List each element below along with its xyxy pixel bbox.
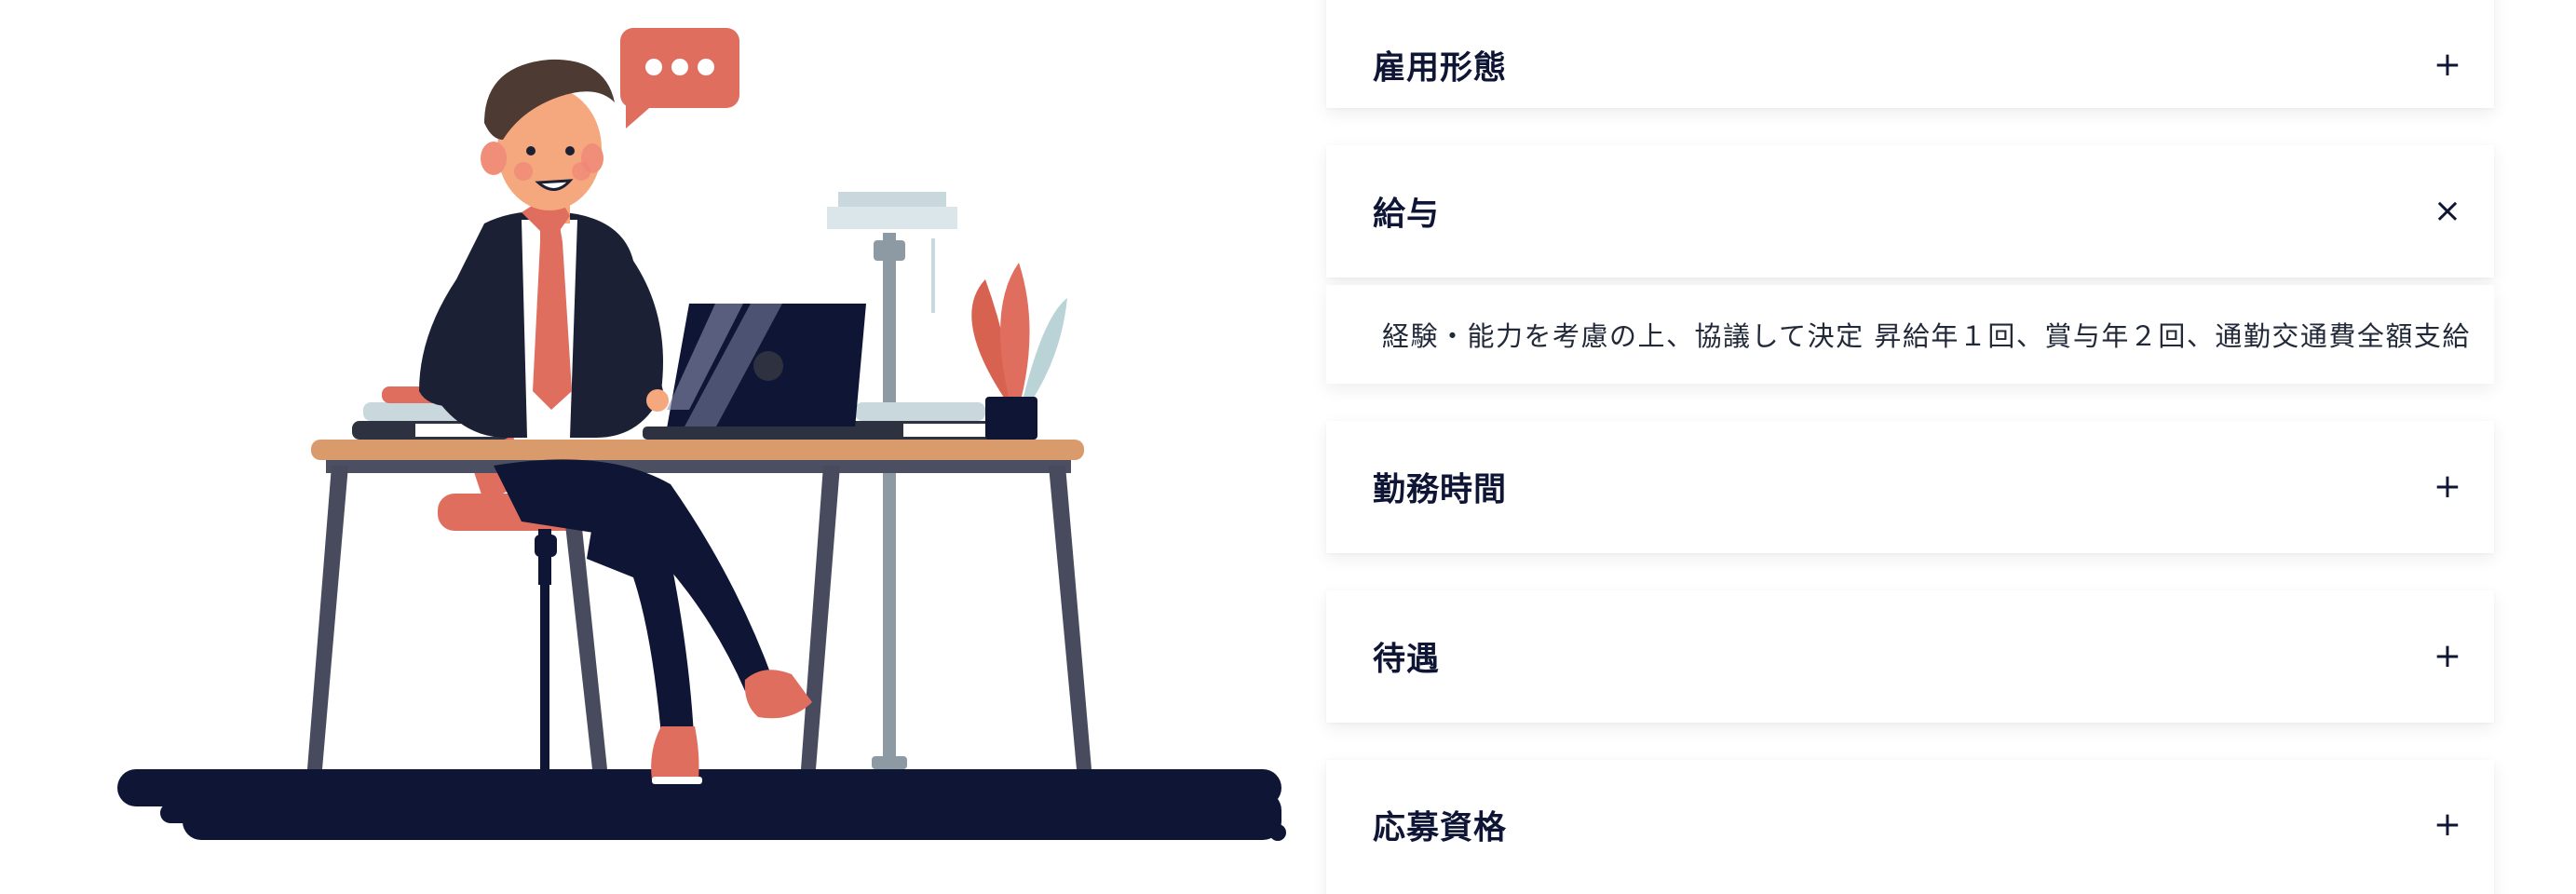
plus-icon[interactable]: + — [2429, 46, 2466, 84]
accordion-body-salary: 経験・能力を考慮の上、協議して決定 昇給年１回、賞与年２回、通勤交通費全額支給 — [1326, 285, 2494, 384]
plant — [971, 263, 1067, 440]
accordion-item-qualifications[interactable]: 応募資格 + — [1326, 760, 2494, 894]
accordion-header-employment-type[interactable]: 雇用形態 + — [1326, 0, 2494, 108]
accordion-item-employment-type[interactable]: 雇用形態 + — [1326, 0, 2494, 108]
lamp — [827, 192, 957, 769]
accordion-title: 雇用形態 — [1373, 49, 1508, 88]
accordion-header-salary[interactable]: 給与 × — [1326, 145, 2494, 278]
accordion-title: 応募資格 — [1373, 809, 1508, 847]
laptop — [643, 304, 894, 440]
illustration-svg — [117, 28, 1286, 841]
accordion-header-working-hours[interactable]: 勤務時間 + — [1326, 421, 2494, 553]
plus-icon[interactable]: + — [2429, 806, 2466, 844]
accordion-item-salary[interactable]: 給与 × — [1326, 145, 2494, 278]
close-icon[interactable]: × — [2429, 193, 2466, 230]
accordion-item-working-hours[interactable]: 勤務時間 + — [1326, 421, 2494, 553]
accordion-header-qualifications[interactable]: 応募資格 + — [1326, 760, 2494, 894]
accordion-title: 待遇 — [1373, 641, 1441, 679]
office-worker-illustration — [0, 0, 1322, 894]
accordion-item-benefits[interactable]: 待遇 + — [1326, 590, 2494, 723]
accordion-title: 勤務時間 — [1373, 471, 1508, 509]
recruitment-accordion: 雇用形態 + 給与 × 経験・能力を考慮の上、協議して決定 昇給年１回、賞与年２… — [1326, 0, 2494, 894]
plus-icon[interactable]: + — [2429, 638, 2466, 675]
speech-bubble-icon — [620, 28, 739, 129]
salary-details-text: 経験・能力を考慮の上、協議して決定 昇給年１回、賞与年２回、通勤交通費全額支給 — [1382, 320, 2471, 352]
plus-icon[interactable]: + — [2429, 468, 2466, 506]
accordion-header-benefits[interactable]: 待遇 + — [1326, 590, 2494, 723]
page: 雇用形態 + 給与 × 経験・能力を考慮の上、協議して決定 昇給年１回、賞与年２… — [0, 0, 2576, 894]
accordion-title: 給与 — [1373, 196, 1441, 234]
